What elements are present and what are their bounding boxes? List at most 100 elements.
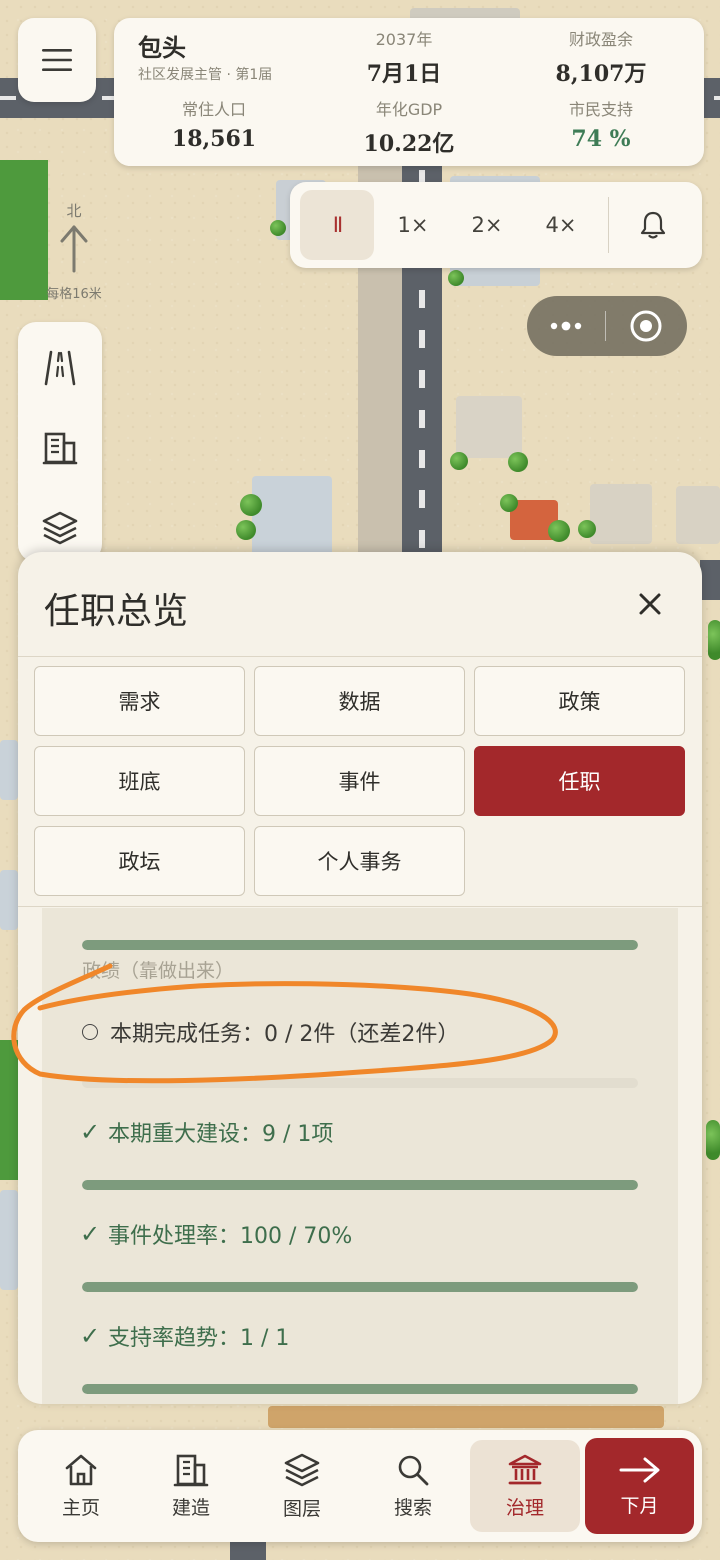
city-name: 包头 <box>138 33 186 62</box>
building <box>0 1190 18 1290</box>
circle-icon <box>82 1024 98 1040</box>
hamburger-menu-icon <box>42 49 72 71</box>
building <box>0 740 18 800</box>
gdp-label: 年化GDP <box>375 100 443 119</box>
tree <box>450 452 468 470</box>
nav-build[interactable]: 建造 <box>136 1440 246 1532</box>
gdp-value: 10.22亿 <box>363 131 455 157</box>
player-role: 社区发展主管 · 第1届 <box>138 67 273 83</box>
progress-fill <box>82 1384 638 1394</box>
buildings-tool-button[interactable] <box>18 418 102 478</box>
panel-title: 任职总览 <box>44 591 189 632</box>
surplus-stat: 财政盈余 8,107万 <box>534 26 668 88</box>
nav-label: 搜索 <box>393 1496 432 1519</box>
tree <box>500 494 518 512</box>
tree <box>708 620 720 660</box>
task-text: 本期重大建设：9 / 1项 <box>108 1122 334 1147</box>
north-label: 北 <box>66 202 82 220</box>
search-icon <box>398 1455 429 1485</box>
roads-tool-button[interactable] <box>18 338 102 398</box>
tenure-overview-panel: 任职总览 需求 数据 政策 班底 事件 任职 政坛 个人事务 政绩（靠做出来） … <box>18 552 702 1404</box>
date-value: 7月1日 <box>366 61 442 87</box>
nav-governance[interactable]: 治理 <box>470 1440 580 1532</box>
nav-label: 建造 <box>171 1496 210 1519</box>
government-building-icon <box>508 1454 542 1484</box>
section-label: 政绩（靠做出来） <box>82 960 235 982</box>
more-button[interactable] <box>527 296 605 356</box>
building <box>676 486 720 544</box>
check-icon: ✓ <box>80 1220 101 1248</box>
stats-panel: 包头 社区发展主管 · 第1届 2037年 7月1日 财政盈余 8,107万 常… <box>114 18 704 166</box>
tree <box>270 220 286 236</box>
tab-data[interactable]: 数据 <box>254 666 465 736</box>
layers-tool-button[interactable] <box>18 498 102 558</box>
compass: 北 每格16米 <box>36 200 112 302</box>
building <box>456 396 522 458</box>
task-item: 本期完成任务：0 / 2件（还差2件） <box>80 1016 459 1048</box>
speed-controls: II 1× 2× 4× <box>290 182 702 268</box>
target-icon <box>630 310 662 342</box>
progress-fill <box>82 1282 638 1292</box>
speed-2x-button[interactable]: 2× <box>450 190 524 260</box>
speed-4x-button[interactable]: 4× <box>524 190 598 260</box>
progress-bar <box>82 940 638 950</box>
layers-icon <box>42 511 78 545</box>
tab-policy[interactable]: 政策 <box>474 666 685 736</box>
progress-fill <box>82 1180 638 1190</box>
road <box>700 560 720 600</box>
check-icon: ✓ <box>80 1118 101 1146</box>
tree <box>508 452 528 472</box>
progress-bar <box>82 1078 638 1088</box>
surplus-value: 8,107万 <box>555 61 647 87</box>
pause-button[interactable]: II <box>300 190 374 260</box>
support-stat: 市民支持 74 % <box>534 96 668 152</box>
close-mini-program-button[interactable] <box>606 296 686 356</box>
next-month-label: 下月 <box>620 1494 659 1517</box>
tenure-content[interactable]: 政绩（靠做出来） 本期完成任务：0 / 2件（还差2件） ✓ 本期重大建设：9 … <box>42 908 678 1404</box>
menu-button[interactable] <box>18 18 96 102</box>
task-text: 支持率趋势：1 / 1 <box>108 1326 290 1351</box>
tree <box>706 1120 720 1160</box>
task-text: 事件处理率：100 / 70% <box>108 1224 353 1249</box>
nav-search[interactable]: 搜索 <box>358 1440 468 1532</box>
nav-layers[interactable]: 图层 <box>247 1440 357 1532</box>
tree <box>548 520 570 542</box>
tree <box>448 270 464 286</box>
speed-1x-button[interactable]: 1× <box>376 190 450 260</box>
notifications-button[interactable] <box>619 190 687 260</box>
tab-tenure[interactable]: 任职 <box>474 746 685 816</box>
road-icon <box>44 350 76 386</box>
support-value: 74 % <box>571 126 631 152</box>
progress-bar <box>82 1384 638 1394</box>
tree <box>240 494 262 516</box>
close-button[interactable] <box>628 582 672 626</box>
home-icon <box>65 1454 97 1485</box>
tab-events[interactable]: 事件 <box>254 746 465 816</box>
building <box>0 870 18 930</box>
tree <box>578 520 596 538</box>
scale-label: 每格16米 <box>46 287 102 302</box>
tab-needs[interactable]: 需求 <box>34 666 245 736</box>
nav-label: 图层 <box>282 1497 321 1520</box>
nav-home[interactable]: 主页 <box>26 1440 136 1532</box>
tab-politics[interactable]: 政坛 <box>34 826 245 896</box>
building-icon <box>173 1454 209 1486</box>
nav-label: 治理 <box>505 1496 544 1519</box>
population-stat: 常住人口 18,561 <box>154 96 274 152</box>
building <box>252 476 332 556</box>
tab-team[interactable]: 班底 <box>34 746 245 816</box>
support-label: 市民支持 <box>568 100 633 119</box>
gdp-stat: 年化GDP 10.22亿 <box>344 96 474 158</box>
arrow-right-icon <box>619 1457 659 1482</box>
task-item: ✓ 本期重大建设：9 / 1项 <box>80 1116 333 1148</box>
tab-personal-affairs[interactable]: 个人事务 <box>254 826 465 896</box>
map-toolbar <box>18 322 102 562</box>
task-item: ✓ 支持率趋势：1 / 1 <box>80 1320 289 1352</box>
year-label: 2037年 <box>375 30 433 49</box>
next-month-button[interactable]: 下月 <box>585 1438 694 1534</box>
task-item: ✓ 事件处理率：100 / 70% <box>80 1218 352 1250</box>
building-icon <box>42 432 78 465</box>
tree <box>236 520 256 540</box>
north-arrow-icon <box>60 225 88 273</box>
more-dots-icon <box>550 321 582 331</box>
